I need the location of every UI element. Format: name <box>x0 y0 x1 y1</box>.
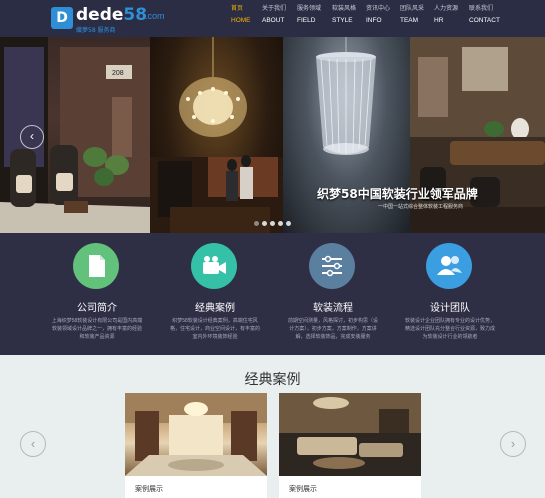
page: D dede58 .com 織夢58 服务商 首页 HOME 关于我们 ABOUT … <box>0 0 545 498</box>
cases-section: 经典案例 案例展示 案例展示 <box>0 355 545 498</box>
banner-title: 织梦58中国软装行业领军品牌 <box>317 187 478 201</box>
service-title: 设计团队 <box>430 303 470 314</box>
service-company-intro[interactable]: 公司简介 上海织梦58软装设计有限公司是国内高端软装领域设计品牌之一，拥有丰富的… <box>47 233 147 355</box>
case-label: 案例展示 <box>289 486 317 493</box>
service-desc: 上海织梦58软装设计有限公司是国内高端软装领域设计品牌之一，拥有丰富的经验和软装… <box>51 318 143 340</box>
hero-banner[interactable]: 208 织梦58中国软装行业领军品牌 一中国一站式综合整体软装工程服务商 ‹ <box>0 37 545 233</box>
service-icon-circle <box>426 243 472 289</box>
banner-dot-1[interactable] <box>254 221 259 226</box>
logo-name-a: dede <box>76 5 124 25</box>
service-process[interactable]: 软装流程 前期空间测量，风格探讨，初步构思（设计方案），初步方案，方案制作，方案… <box>283 233 383 355</box>
service-title: 软装流程 <box>313 303 353 314</box>
nav-item-about[interactable]: 关于我们 ABOUT <box>262 4 302 26</box>
banner-dot-4[interactable] <box>278 221 283 226</box>
service-icon-circle <box>73 243 119 289</box>
services-section: 公司简介 上海织梦58软装设计有限公司是国内高端软装领域设计品牌之一，拥有丰富的… <box>0 233 545 355</box>
chevron-left-icon: ‹ <box>30 436 36 451</box>
logo-text: dede58 <box>76 5 147 25</box>
banner-subtitle: 一中国一站式综合整体软装工程服务商 <box>378 204 464 210</box>
cases-prev-button[interactable]: ‹ <box>20 431 46 457</box>
nav-label-en: HR <box>434 17 444 24</box>
chevron-right-icon: › <box>510 436 516 451</box>
svg-text:208: 208 <box>112 70 124 77</box>
nav-label-cn: 关于我们 <box>262 6 287 12</box>
sliders-icon <box>322 255 342 277</box>
cases-next-button[interactable]: › <box>500 431 526 457</box>
service-classic-cases[interactable]: 经典案例 织梦58软装设计经典案例，高端住宅风格，住宅设计，商业空间设计，有丰富… <box>165 233 265 355</box>
logo-mark: D <box>51 7 73 29</box>
service-icon-circle <box>309 243 355 289</box>
nav-item-field[interactable]: 服务领域 FIELD <box>297 4 337 26</box>
banner-dot-2[interactable] <box>262 221 267 226</box>
case-photo-hall <box>125 393 267 476</box>
nav-label-en: FIELD <box>297 17 316 24</box>
service-desc: 前期空间测量，风格探讨，初步构思（设计方案），初步方案，方案制作，方案讲解，选择… <box>287 318 378 340</box>
nav-label-en: CONTACT <box>469 17 500 24</box>
cases-title: 经典案例 <box>244 372 301 388</box>
service-desc: 软装设计企业团队拥有专业的设计优势，精选设计团队充分整合行业资源，致力成为软装设… <box>404 318 495 340</box>
case-thumbnail <box>279 393 421 476</box>
logo[interactable]: D dede58 .com 織夢58 服务商 <box>51 5 165 34</box>
case-card[interactable]: 案例展示 <box>125 393 267 498</box>
service-title: 经典案例 <box>195 303 235 314</box>
header: D dede58 .com 織夢58 服务商 首页 HOME 关于我们 ABOUT … <box>0 0 545 37</box>
service-desc: 织梦58软装设计经典案例，高端住宅风格，住宅设计，商业空间设计，有丰富的室内外环… <box>169 318 260 340</box>
video-camera-icon <box>203 256 226 274</box>
case-thumbnail <box>125 393 267 476</box>
chevron-left-icon: ‹ <box>30 129 34 143</box>
nav-label-cn: 联系我们 <box>469 6 494 12</box>
banner-dot-5[interactable] <box>286 221 291 226</box>
logo-tagline: 織夢58 服务商 <box>76 27 116 34</box>
users-icon <box>437 256 462 275</box>
logo-name-b: 58 <box>123 5 148 25</box>
case-label: 案例展示 <box>135 486 163 493</box>
banner-prev-button[interactable]: ‹ <box>20 125 44 149</box>
nav-item-contact[interactable]: 联系我们 CONTACT <box>469 4 509 26</box>
nav-label-cn: 服务领域 <box>297 6 322 12</box>
banner-photo-restaurant <box>150 37 283 233</box>
nav-item-hr[interactable]: 人力资源 HR <box>434 4 474 26</box>
case-photo-living <box>279 393 421 476</box>
service-design-team[interactable]: 设计团队 软装设计企业团队拥有专业的设计优势，精选设计团队充分整合行业资源，致力… <box>400 233 500 355</box>
nav-label-cn: 人力资源 <box>434 6 459 12</box>
document-icon <box>89 255 105 277</box>
banner-dot-3[interactable] <box>270 221 275 226</box>
restaurant-illustration <box>150 37 283 233</box>
nav-label-en: ABOUT <box>262 17 285 24</box>
case-card[interactable]: 案例展示 <box>279 393 421 498</box>
logo-domain: .com <box>145 11 165 21</box>
service-icon-circle <box>191 243 237 289</box>
service-title: 公司简介 <box>77 303 117 314</box>
